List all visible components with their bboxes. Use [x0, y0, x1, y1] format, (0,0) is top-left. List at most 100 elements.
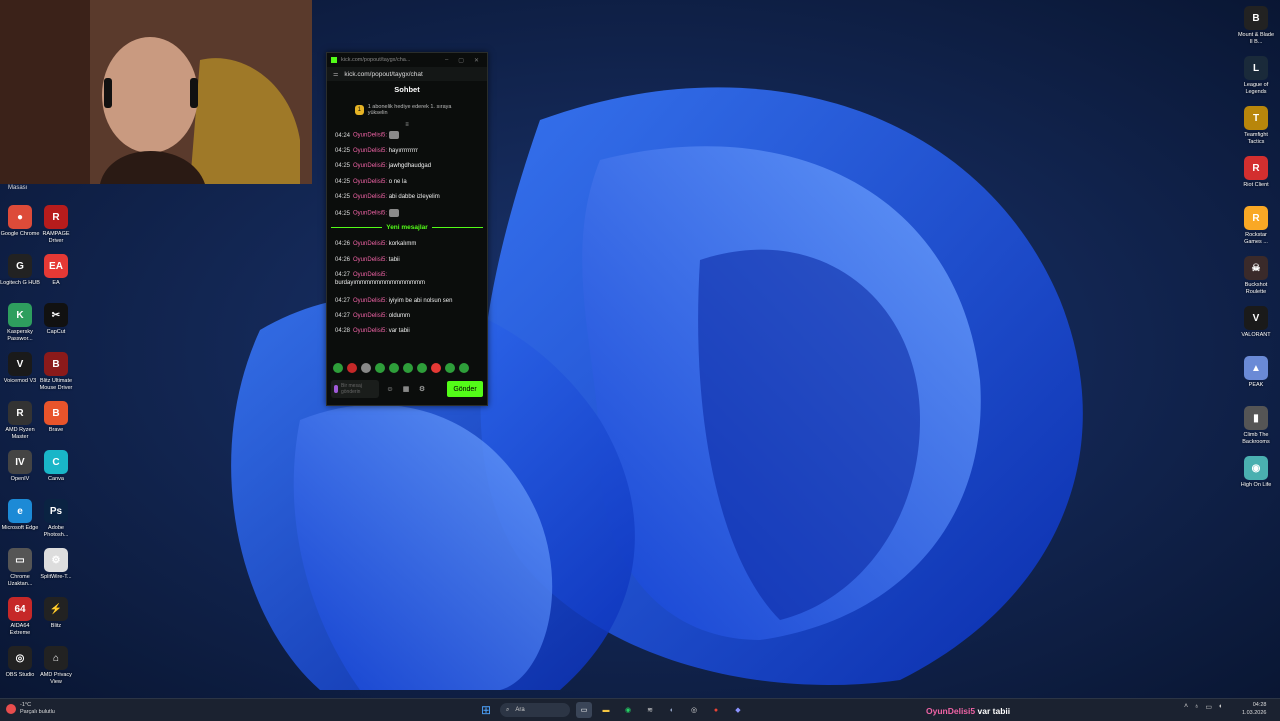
right-shortcut[interactable]: ▮ Climb The Backrooms — [1236, 406, 1276, 446]
message-username[interactable]: OyunDelisi5: — [353, 313, 387, 319]
left-shortcut[interactable]: Ps Adobe Photosh... — [36, 499, 76, 539]
taskbar-clock[interactable]: 04:28 1.03.2026 — [1242, 701, 1266, 717]
right-shortcut[interactable]: ▲ PEAK — [1236, 356, 1276, 389]
steam-icon[interactable]: ◐ — [664, 702, 680, 718]
left-shortcut[interactable]: G Logitech G HUB — [0, 254, 40, 287]
message-username[interactable]: OyunDelisi5: — [353, 272, 387, 278]
chat-message: 04:27 OyunDelisi5: oldumm — [327, 312, 487, 320]
message-username[interactable]: OyunDelisi5: — [353, 163, 387, 169]
message-username[interactable]: OyunDelisi5: — [353, 241, 387, 247]
network-icon[interactable]: ▭ — [1205, 703, 1212, 711]
close-icon[interactable]: ✕ — [474, 57, 479, 64]
message-time: 04:25 — [335, 194, 351, 200]
quick-emote-icon[interactable] — [459, 363, 469, 373]
right-shortcut[interactable]: V VALORANT — [1236, 306, 1276, 339]
left-shortcut[interactable]: ◎ OBS Studio — [0, 646, 40, 679]
left-shortcut[interactable]: IV OpenIV — [0, 450, 40, 483]
left-shortcut[interactable]: R AMD Ryzen Master — [0, 401, 40, 441]
rampage-icon: R — [44, 205, 68, 229]
obs-taskbar-icon[interactable]: ◎ — [686, 702, 702, 718]
file-explorer-icon[interactable]: ▬ — [598, 702, 614, 718]
sub-gift-notice[interactable]: 1 1 abonelik hediye ederek 1. sıraya yük… — [327, 99, 487, 121]
whatsapp-icon[interactable]: ◉ — [620, 702, 636, 718]
message-username[interactable]: OyunDelisi5: — [353, 194, 387, 200]
taskbar-search[interactable]: ⌕ Ara — [500, 703, 570, 717]
chrome-taskbar-icon[interactable]: ● — [708, 702, 724, 718]
minimize-icon[interactable]: – — [445, 57, 448, 64]
left-shortcut[interactable]: R RAMPAGE Driver — [36, 205, 76, 245]
message-username[interactable]: OyunDelisi5: — [353, 148, 387, 154]
shortcut-label: Mount & Blade II B... — [1237, 32, 1275, 45]
left-shortcut[interactable]: 64 AIDA64 Extreme — [0, 597, 40, 637]
message-username[interactable]: OyunDelisi5: — [353, 328, 387, 334]
splitwire-icon: ⚙ — [44, 548, 68, 572]
right-shortcut[interactable]: R Rockstar Games ... — [1236, 206, 1276, 246]
right-shortcut[interactable]: L League of Legends — [1236, 56, 1276, 96]
message-username[interactable]: OyunDelisi5: — [353, 179, 387, 185]
left-shortcut[interactable]: e Microsoft Edge — [0, 499, 40, 532]
window-titlebar[interactable]: kick.com/popout/taygx/cha... – ▢ ✕ — [327, 53, 487, 67]
shortcut-label: High On Life — [1240, 482, 1272, 488]
right-shortcut[interactable]: ◉ High On Life — [1236, 456, 1276, 489]
chrome-icon: ● — [8, 205, 32, 229]
emoji-picker-icon[interactable]: ☺ — [385, 386, 395, 393]
shortcut-label: Microsoft Edge — [1, 525, 39, 531]
quick-emote-icon[interactable] — [417, 363, 427, 373]
left-shortcut[interactable]: B Brave — [36, 401, 76, 434]
quick-emote-bar[interactable] — [333, 363, 469, 373]
start-menu-icon[interactable]: ⊞ — [478, 702, 494, 718]
message-text: oldumm — [388, 313, 411, 319]
quick-emote-icon[interactable] — [333, 363, 343, 373]
weather-widget[interactable]: -1°C Parçalı bulutlu — [6, 702, 55, 716]
left-shortcut[interactable]: EA EA — [36, 254, 76, 287]
message-username[interactable]: OyunDelisi5: — [353, 211, 387, 217]
url-bar[interactable]: ⚌ kick.com/popout/taygx/chat — [327, 67, 487, 81]
quick-emote-icon[interactable] — [403, 363, 413, 373]
left-shortcut[interactable]: ⌂ AMD Privacy View — [36, 646, 76, 686]
chat-settings-icon[interactable]: ⚙ — [417, 385, 427, 393]
message-username[interactable]: OyunDelisi5: — [353, 257, 387, 263]
left-shortcut[interactable]: B Blitz Ultimate Mouse Driver — [36, 352, 76, 392]
right-shortcut[interactable]: R Riot Client — [1236, 156, 1276, 189]
message-time: 04:27 — [335, 298, 351, 304]
tray-overflow-icon[interactable]: ˄ — [1184, 703, 1188, 711]
pin-handle-icon[interactable]: ≡ — [327, 121, 487, 129]
kick-favicon-icon — [331, 57, 337, 63]
maximize-icon[interactable]: ▢ — [458, 57, 464, 64]
weather-temp: -1°C — [20, 702, 32, 708]
site-settings-icon[interactable]: ⚌ — [333, 71, 338, 78]
right-shortcut[interactable]: B Mount & Blade II B... — [1236, 6, 1276, 46]
left-shortcut[interactable]: ▭ Chrome Uzaktan... — [0, 548, 40, 588]
left-shortcut[interactable]: C Canva — [36, 450, 76, 483]
send-button[interactable]: Gönder — [447, 381, 483, 397]
discord-icon[interactable]: ◆ — [730, 702, 746, 718]
quick-emote-icon[interactable] — [431, 363, 441, 373]
quick-emote-icon[interactable] — [347, 363, 357, 373]
left-shortcut[interactable]: ● Google Chrome — [0, 205, 40, 238]
webcam-overlay — [0, 0, 312, 184]
quick-emote-icon[interactable] — [389, 363, 399, 373]
right-shortcut[interactable]: T Teamfight Tactics — [1236, 106, 1276, 146]
task-view-icon[interactable]: ▭ — [576, 702, 592, 718]
shortcut-label: SplitWire-T... — [40, 574, 72, 580]
quick-emote-icon[interactable] — [361, 363, 371, 373]
message-text: hayırrrrrrrrr — [388, 148, 419, 154]
quick-emote-icon[interactable] — [445, 363, 455, 373]
left-shortcut[interactable]: ⚡ Blitz — [36, 597, 76, 630]
left-shortcut[interactable]: ✂ CapCut — [36, 303, 76, 336]
volume-icon[interactable]: ◖ — [1218, 703, 1222, 711]
mic-tray-icon[interactable]: ♁ — [1194, 703, 1199, 711]
aida64-icon: 64 — [8, 597, 32, 621]
chat-popout-window[interactable]: kick.com/popout/taygx/cha... – ▢ ✕ ⚌ kic… — [326, 52, 488, 406]
quick-emote-icon[interactable] — [375, 363, 385, 373]
message-username[interactable]: OyunDelisi5: — [353, 133, 387, 139]
chat-message-input[interactable]: Bir mesaj gönderin — [331, 380, 379, 398]
left-shortcut[interactable]: V Voicemod V3 — [0, 352, 40, 385]
store-icon[interactable]: ▦ — [401, 385, 411, 393]
left-shortcut[interactable]: ⚙ SplitWire-T... — [36, 548, 76, 581]
left-shortcut[interactable]: K Kaspersky Passwor... — [0, 303, 40, 343]
message-username[interactable]: OyunDelisi5: — [353, 298, 387, 304]
right-shortcut[interactable]: ☠ Buckshot Roulette — [1236, 256, 1276, 296]
steelseries-icon[interactable]: ≋ — [642, 702, 658, 718]
league-icon: L — [1244, 56, 1268, 80]
